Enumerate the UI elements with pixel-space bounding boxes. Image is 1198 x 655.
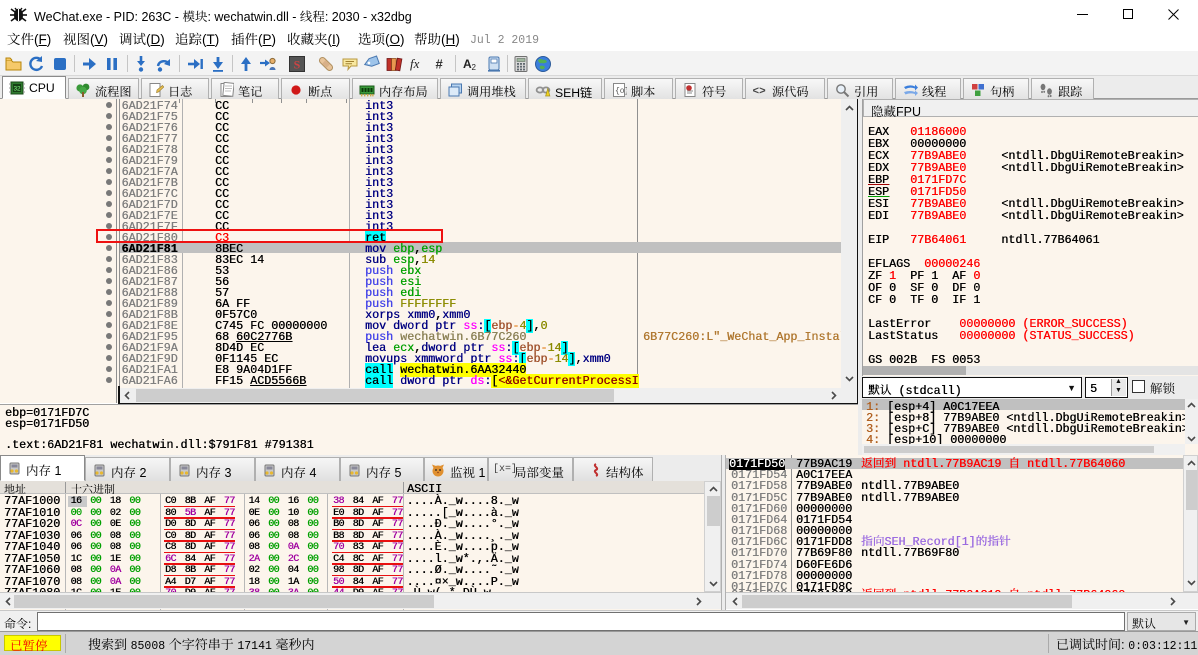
svg-text:fx: fx — [410, 56, 420, 71]
svg-text:{o}: {o} — [615, 87, 627, 96]
svg-text:<>: <> — [753, 86, 767, 98]
svg-text:2: 2 — [472, 63, 477, 72]
svg-text:#: # — [435, 57, 443, 72]
svg-text:S: S — [294, 58, 301, 72]
svg-text:32: 32 — [13, 86, 21, 93]
